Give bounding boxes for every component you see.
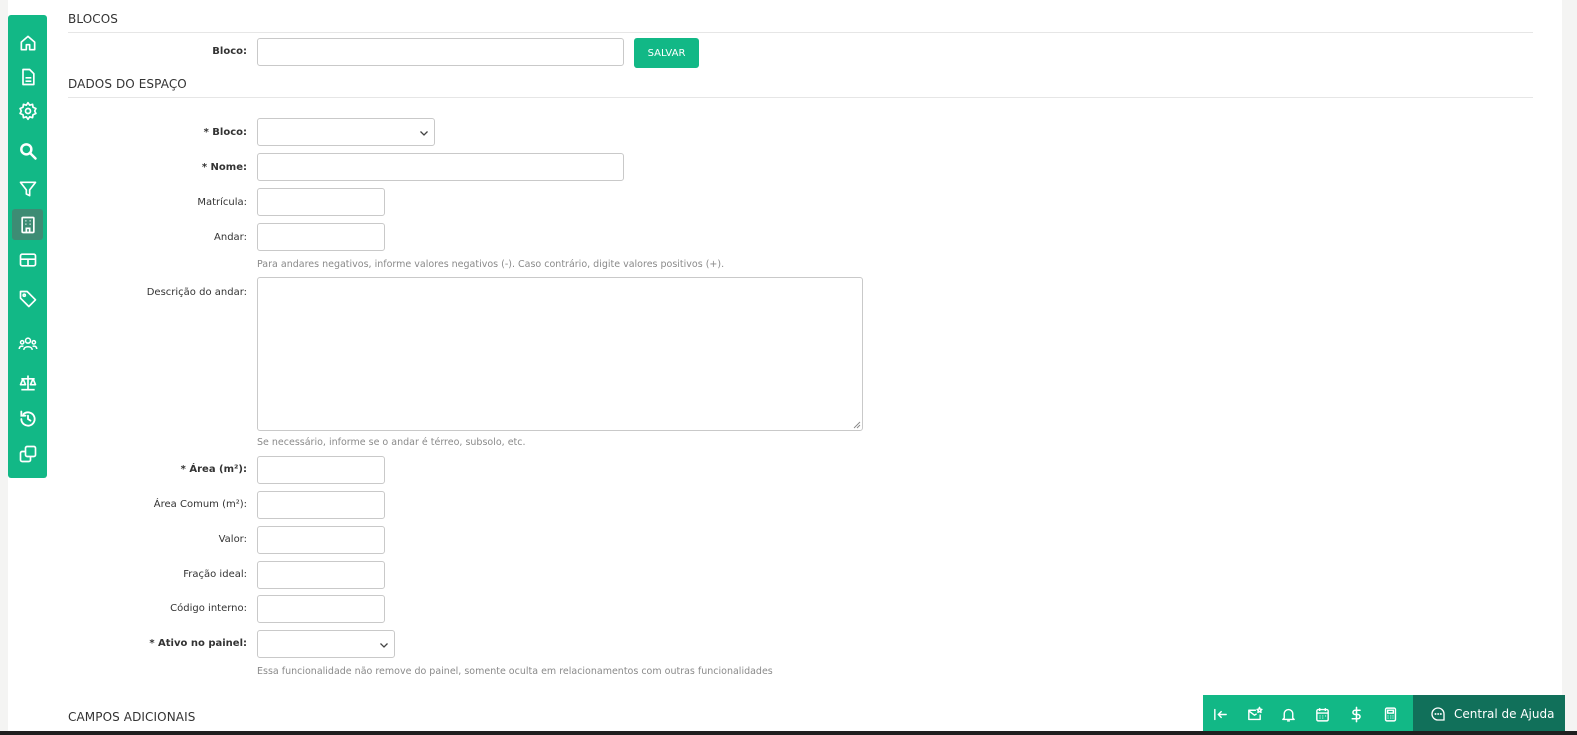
calendar-button[interactable] (1305, 695, 1339, 733)
history-icon (19, 410, 36, 427)
area-input[interactable] (257, 456, 385, 484)
valor-label: Valor: (218, 534, 247, 545)
area-label: * Área (m²): (180, 464, 247, 475)
dollar-icon (1350, 706, 1361, 722)
sidebar-item-history[interactable] (12, 403, 43, 434)
sidebar-item-documents[interactable] (12, 61, 43, 92)
chevron-down-icon (380, 643, 388, 648)
table-icon (19, 252, 36, 267)
section-title-dados-do-espaco: DADOS DO ESPAÇO (68, 77, 187, 91)
andar-input[interactable] (257, 223, 385, 251)
nome-label: * Nome: (201, 162, 247, 173)
sidebar-item-legal[interactable] (12, 367, 43, 398)
bloco-select-label: * Bloco: (203, 127, 247, 138)
matricula-label: Matrícula: (197, 197, 247, 208)
chevron-down-icon (420, 131, 428, 136)
help-center-button[interactable]: Central de Ajuda (1413, 695, 1565, 733)
andar-label: Andar: (214, 232, 247, 243)
calculator-icon (1384, 706, 1396, 722)
window-bottom-edge (0, 731, 1577, 735)
fracao-label: Fração ideal: (183, 569, 247, 580)
collapse-button[interactable] (1203, 695, 1237, 733)
bloco-input[interactable] (257, 38, 624, 66)
ativo-help-text: Essa funcionalidade não remove do painel… (257, 666, 773, 677)
codigo-input[interactable] (257, 595, 385, 623)
mail-star-icon (1247, 706, 1263, 720)
bloco-select[interactable] (257, 118, 435, 146)
copy-icon (19, 445, 36, 462)
help-center-label: Central de Ajuda (1454, 707, 1555, 721)
collapse-left-icon (1213, 708, 1227, 720)
notifications-button[interactable] (1271, 695, 1305, 733)
calendar-icon (1315, 707, 1329, 722)
descricao-help-text: Se necessário, informe se o andar é térr… (257, 437, 526, 448)
section-title-campos-adicionais: CAMPOS ADICIONAIS (68, 710, 196, 724)
bottom-toolbar (1203, 695, 1413, 733)
ativo-label: * Ativo no painel: (149, 638, 247, 649)
sidebar (8, 15, 47, 478)
save-button[interactable]: SALVAR (634, 38, 699, 68)
nome-input[interactable] (257, 153, 624, 181)
bell-icon (1281, 708, 1295, 722)
sidebar-item-tables[interactable] (12, 244, 43, 275)
calculator-button[interactable] (1373, 695, 1407, 733)
sidebar-item-settings[interactable] (12, 95, 43, 126)
search-icon (19, 142, 37, 160)
resize-handle-icon[interactable] (853, 421, 861, 429)
matricula-input[interactable] (257, 188, 385, 216)
scale-icon (19, 375, 36, 390)
divider (68, 32, 1533, 33)
ativo-select[interactable] (257, 630, 395, 658)
chat-icon (1431, 707, 1445, 721)
users-icon (18, 336, 37, 350)
bloco-label: Bloco: (212, 46, 247, 57)
valor-input[interactable] (257, 526, 385, 554)
gear-icon (18, 101, 37, 120)
andar-help-text: Para andares negativos, informe valores … (257, 259, 725, 270)
fracao-input[interactable] (257, 561, 385, 589)
messages-button[interactable] (1237, 695, 1271, 733)
section-title-blocos: BLOCOS (68, 12, 118, 26)
divider (68, 97, 1533, 98)
document-icon (21, 68, 35, 85)
filter-icon (19, 181, 36, 196)
sidebar-item-users[interactable] (12, 328, 43, 359)
codigo-label: Código interno: (170, 603, 247, 614)
descricao-textarea[interactable] (257, 277, 863, 431)
area-comum-input[interactable] (257, 491, 385, 519)
descricao-label: Descrição do andar: (146, 287, 247, 298)
area-comum-label: Área Comum (m²): (153, 499, 247, 510)
finance-button[interactable] (1339, 695, 1373, 733)
